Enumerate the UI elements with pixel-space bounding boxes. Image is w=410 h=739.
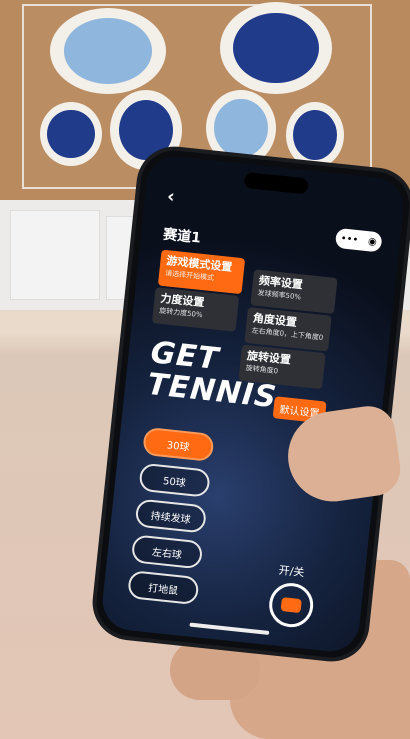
back-arrow-icon[interactable]: ‹: [166, 186, 176, 208]
dynamic-island: [243, 171, 309, 195]
power-switch-icon[interactable]: [267, 580, 316, 630]
target-circle: [50, 8, 166, 94]
card-angle[interactable]: 角度设置 左右角度0，上下角度0: [244, 306, 332, 352]
more-icon[interactable]: •••: [340, 233, 359, 246]
mode-whack-a-mole[interactable]: 打地鼠: [127, 570, 200, 606]
target-circle: [220, 2, 332, 94]
mini-program-capsule[interactable]: ••• ◉: [334, 227, 383, 253]
mode-continuous[interactable]: 持续发球: [134, 498, 208, 534]
card-game-mode[interactable]: 游戏模式设置 请选择开始模式: [157, 249, 246, 295]
phone-screen: ‹ ••• ◉ 赛道1 游戏模式设置 请选择开始模式 频率设置 发球频率50% …: [99, 153, 407, 655]
mode-50-balls[interactable]: 50球: [138, 462, 211, 498]
mode-left-right[interactable]: 左右球: [130, 534, 204, 570]
lane-title: 赛道1: [162, 226, 202, 247]
target-circle: [40, 102, 102, 166]
card-frequency[interactable]: 频率设置 发球频率50%: [250, 269, 338, 314]
card-force[interactable]: 力度设置 旋转力度50%: [151, 287, 240, 332]
home-indicator[interactable]: [189, 622, 270, 635]
mode-30-balls[interactable]: 30球: [142, 426, 215, 463]
target-circle: [286, 102, 344, 168]
close-circle-icon[interactable]: ◉: [367, 236, 377, 248]
box: [10, 210, 100, 300]
hand-finger: [170, 640, 260, 700]
phone: ‹ ••• ◉ 赛道1 游戏模式设置 请选择开始模式 频率设置 发球频率50% …: [93, 147, 410, 661]
power-label: 开/关: [278, 563, 306, 580]
brand-logo: GET TENNIS: [146, 335, 282, 415]
